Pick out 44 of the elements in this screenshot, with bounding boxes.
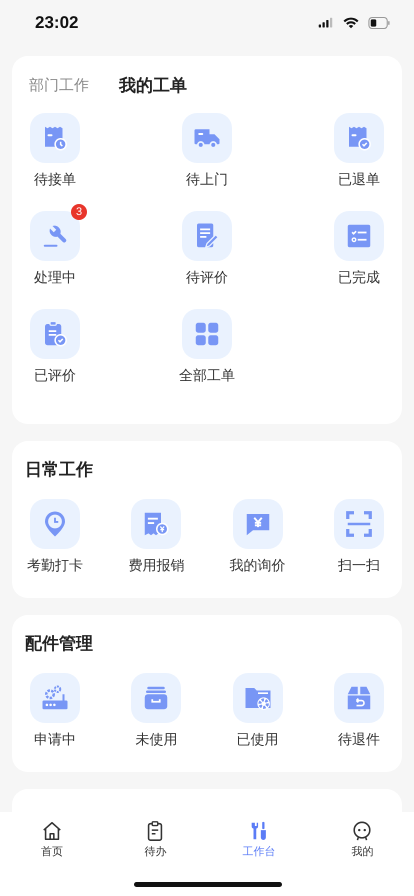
nav-tab[interactable]: 我的 [327, 820, 398, 859]
home-icon [40, 820, 63, 842]
section-title: 配件管理 [24, 633, 94, 655]
shortcut-label: 考勤打卡 [27, 557, 83, 576]
shortcut-label: 扫一扫 [338, 557, 380, 576]
shortcut-label: 全部工单 [179, 367, 235, 386]
shortcut-label: 已使用 [236, 731, 279, 750]
status-time: 23:02 [35, 12, 78, 32]
shortcut-tile[interactable] [334, 673, 384, 723]
shortcut-tile[interactable] [30, 309, 80, 359]
nav-tab[interactable]: 首页 [16, 820, 87, 859]
nav-tab[interactable]: 待办 [120, 820, 190, 859]
scan-icon [344, 509, 374, 539]
shortcut-tile[interactable] [232, 673, 283, 723]
shortcut-label: 待退件 [338, 731, 380, 750]
tab[interactable]: 部门工作 [29, 76, 89, 94]
shortcut-tile[interactable] [30, 673, 80, 723]
shortcut-tile[interactable] [131, 499, 182, 549]
shortcut-tile[interactable] [334, 211, 384, 261]
shortcut-tile[interactable] [334, 113, 384, 163]
shortcut-label: 我的询价 [230, 557, 286, 576]
count-badge: 3 [71, 204, 87, 220]
shortcut-tile[interactable] [334, 499, 384, 549]
shortcut-tile[interactable] [182, 309, 232, 359]
shortcut-label: 处理中 [34, 269, 76, 288]
nav-tab[interactable]: 工作台 [224, 820, 294, 859]
shortcut-label: 已评价 [34, 367, 76, 386]
shortcut-tile[interactable] [182, 113, 232, 163]
section-title: 日常工作 [24, 459, 94, 481]
profile-icon [351, 820, 374, 842]
shortcut-label: 未使用 [135, 731, 178, 750]
shortcut-label: 已退单 [338, 171, 380, 190]
shortcut-label: 费用报销 [128, 557, 184, 576]
shortcut-label: 待评价 [186, 269, 228, 288]
shortcut-tile[interactable] [30, 499, 80, 549]
shortcut-label: 申请中 [34, 731, 76, 750]
tab[interactable]: 我的工单 [119, 74, 187, 96]
shortcut-label: 待接单 [34, 171, 76, 190]
shortcut-tile[interactable] [232, 499, 283, 549]
shortcut-tile[interactable] [131, 673, 182, 723]
shortcut-tile[interactable] [30, 113, 80, 163]
shortcut-label: 待上门 [186, 171, 228, 190]
shortcut-label: 已完成 [338, 269, 380, 288]
shortcut-tile[interactable] [182, 211, 232, 261]
